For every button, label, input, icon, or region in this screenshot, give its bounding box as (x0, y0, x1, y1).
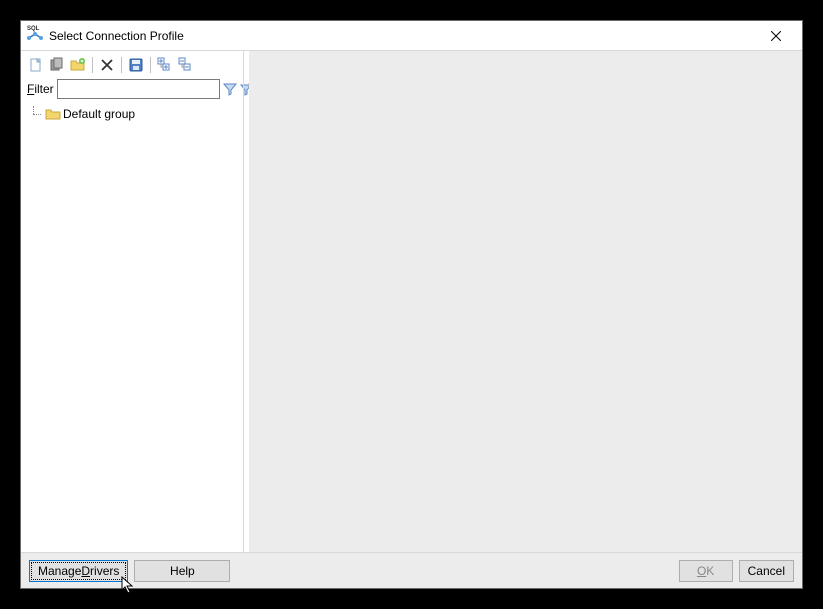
cancel-button[interactable]: Cancel (739, 560, 794, 582)
profile-tree[interactable]: Default group (25, 103, 243, 552)
footer: Manage Drivers Help OK Cancel (21, 552, 802, 588)
apply-filter-button[interactable] (223, 81, 237, 97)
app-icon: SQL (27, 28, 43, 44)
expand-all-button[interactable] (156, 56, 174, 74)
content-area: Filter (21, 51, 802, 552)
save-button[interactable] (127, 56, 145, 74)
manage-drivers-button[interactable]: Manage Drivers (29, 560, 128, 582)
filter-row: Filter (25, 77, 243, 103)
titlebar: SQL Select Connection Profile (21, 21, 802, 51)
tree-item-default-group[interactable]: Default group (27, 105, 241, 123)
close-icon (771, 31, 781, 41)
tree-item-label: Default group (63, 107, 135, 121)
expand-all-icon (157, 57, 173, 73)
main-panel (249, 51, 802, 552)
new-folder-icon (70, 57, 86, 73)
close-button[interactable] (756, 22, 796, 50)
copy-profile-icon (49, 57, 65, 73)
new-folder-button[interactable] (69, 56, 87, 74)
toolbar-separator (150, 57, 151, 73)
dialog-window: SQL Select Connection Profile (20, 20, 803, 589)
sidebar: Filter (21, 51, 243, 552)
delete-button[interactable] (98, 56, 116, 74)
collapse-all-button[interactable] (177, 56, 195, 74)
copy-profile-button[interactable] (48, 56, 66, 74)
delete-icon (99, 57, 115, 73)
toolbar-separator (121, 57, 122, 73)
new-profile-icon (28, 57, 44, 73)
window-title: Select Connection Profile (49, 29, 756, 43)
sidebar-toolbar (25, 55, 243, 77)
ok-button: OK (679, 560, 733, 582)
funnel-icon (223, 82, 237, 96)
toolbar-separator (92, 57, 93, 73)
filter-label: Filter (27, 82, 54, 96)
tree-connector (29, 106, 43, 122)
new-profile-button[interactable] (27, 56, 45, 74)
folder-icon (45, 107, 61, 121)
filter-input[interactable] (57, 79, 220, 99)
collapse-all-icon (178, 57, 194, 73)
save-icon (128, 57, 144, 73)
help-button[interactable]: Help (134, 560, 230, 582)
